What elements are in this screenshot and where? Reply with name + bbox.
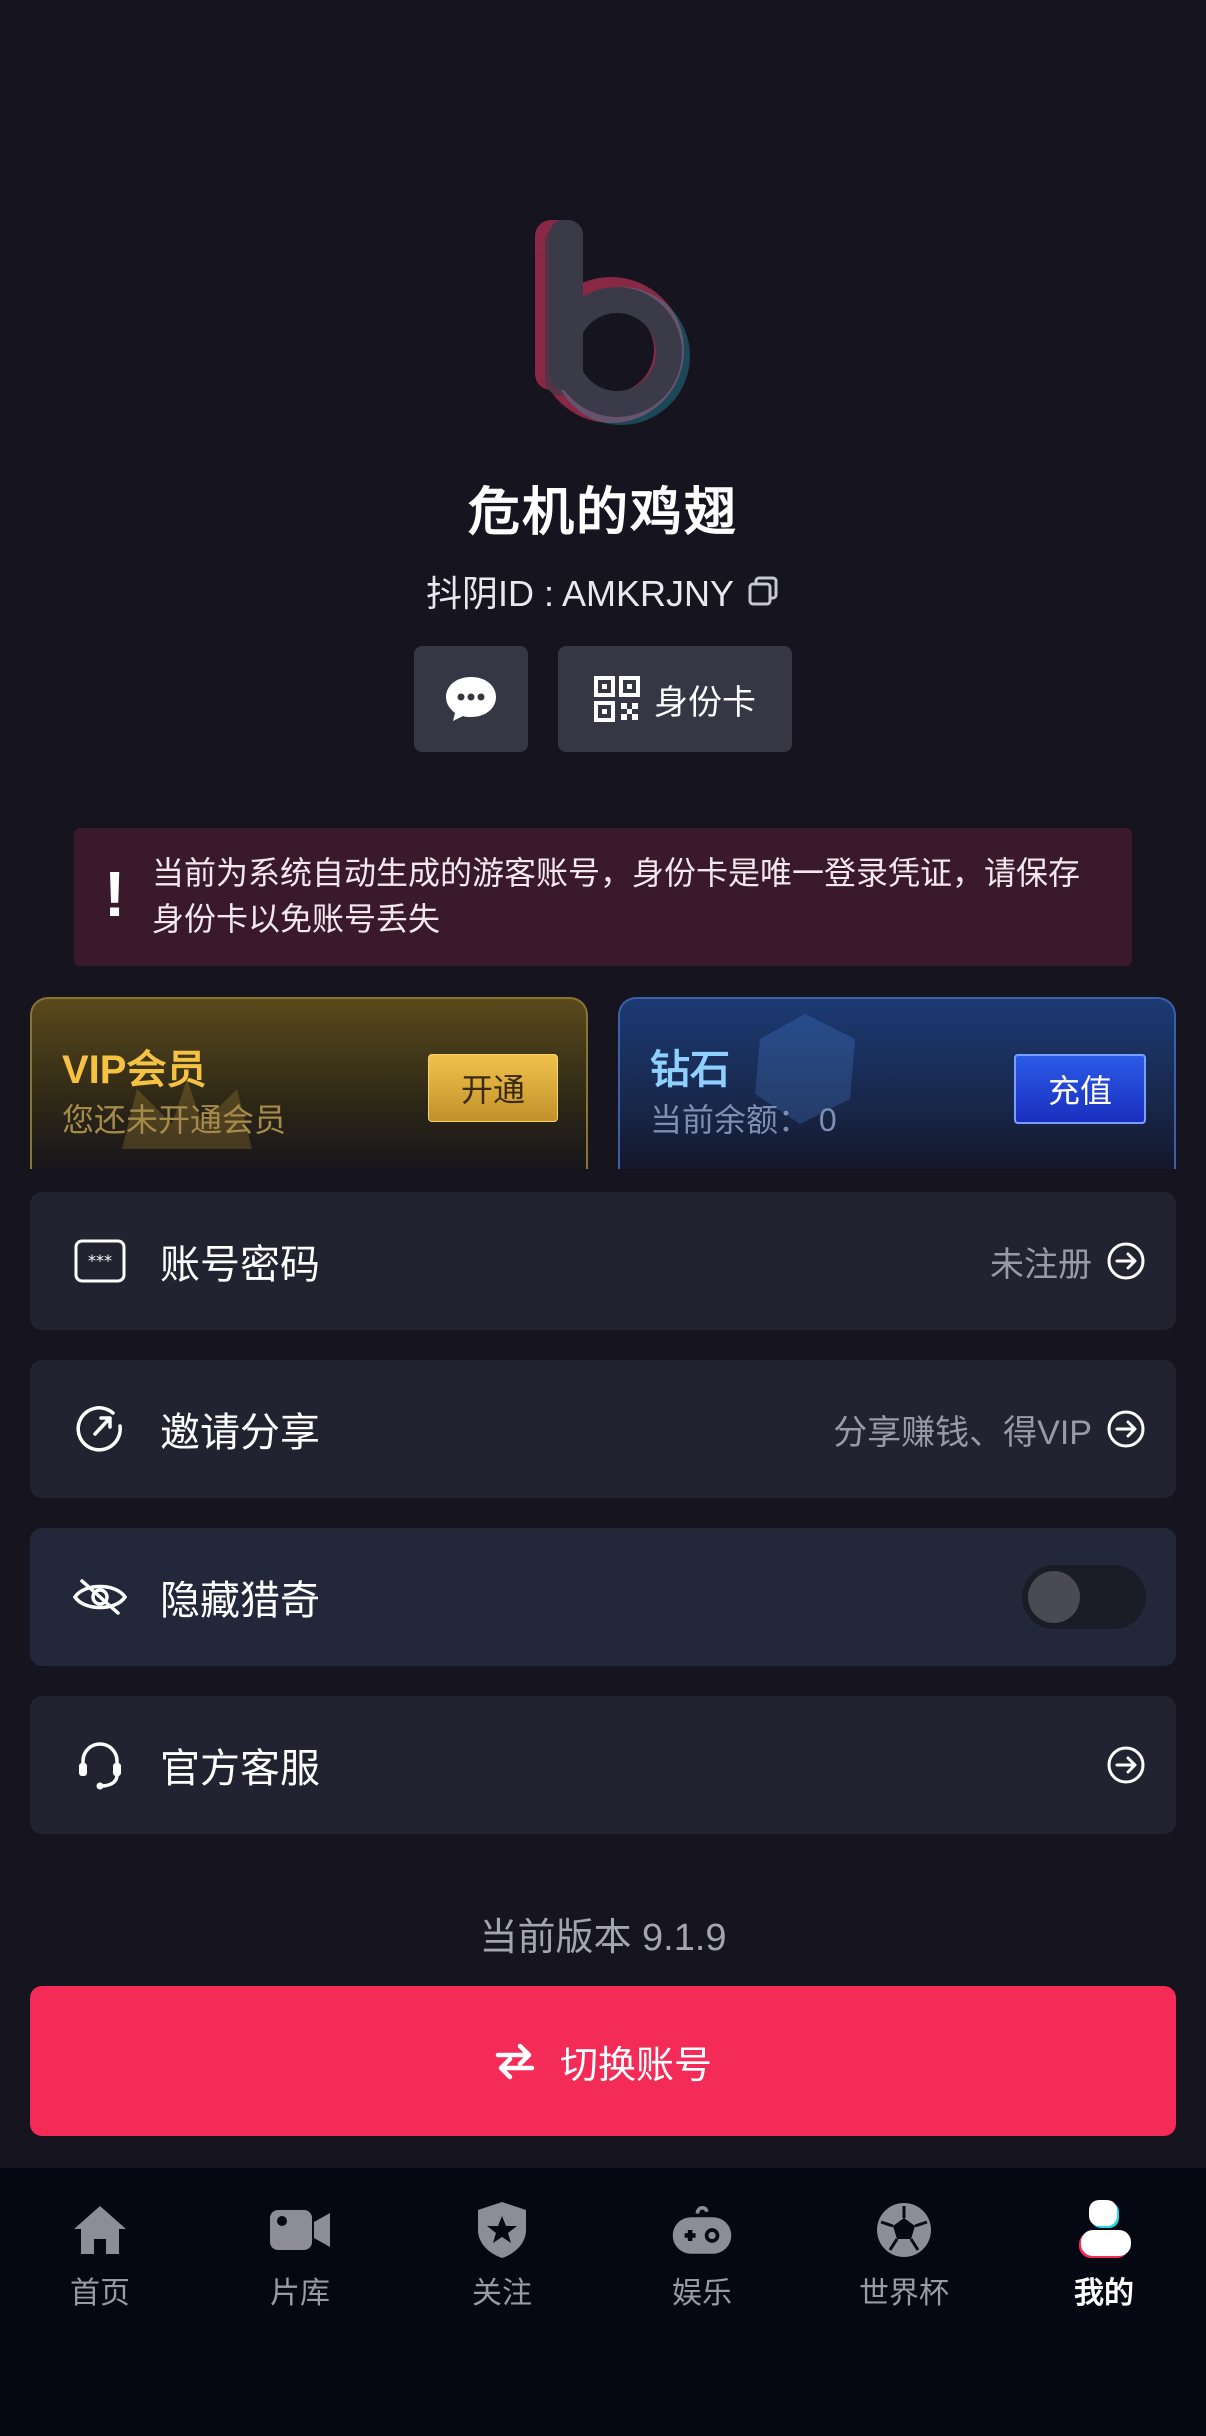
- menu-row-hide-curiosity: 隐藏猎奇: [30, 1528, 1176, 1666]
- idcard-button[interactable]: 身份卡: [558, 646, 792, 752]
- menu-row-customer-service[interactable]: 官方客服: [30, 1696, 1176, 1834]
- diamond-title: 钻石: [650, 1048, 730, 1092]
- tab-label: 首页: [70, 2277, 130, 2310]
- switch-account-button[interactable]: 切换账号: [30, 1986, 1176, 2136]
- video-camera-icon: [268, 2198, 332, 2262]
- vip-open-button[interactable]: 开通: [428, 1054, 558, 1122]
- headset-icon: [70, 1735, 130, 1795]
- hide-toggle[interactable]: [1022, 1565, 1146, 1629]
- username: 危机的鸡翅: [467, 484, 738, 542]
- gamepad-icon: [670, 2198, 734, 2262]
- soccer-ball-icon: [872, 2198, 936, 2262]
- recharge-button[interactable]: 充值: [1014, 1054, 1146, 1124]
- home-icon: [68, 2198, 132, 2262]
- profile-icon: [1072, 2198, 1136, 2262]
- tab-library[interactable]: 片库: [220, 2198, 380, 2312]
- tab-label: 娱乐: [672, 2277, 732, 2310]
- app-version: 当前版本 9.1.9: [479, 1917, 727, 1959]
- user-id: 抖阴ID : AMKRJNY: [425, 573, 735, 614]
- switch-account-label: 切换账号: [559, 2044, 712, 2087]
- notice-text: 当前为系统自动生成的游客账号，身份卡是唯一登录凭证，请保存身份卡以免账号丢失: [152, 855, 1081, 937]
- tab-label: 关注: [472, 2277, 532, 2310]
- vip-card[interactable]: VIP会员 您还未开通会员 开通: [30, 997, 588, 1169]
- message-button[interactable]: [414, 646, 528, 752]
- tab-world-cup[interactable]: 世界杯: [824, 2198, 984, 2312]
- tab-home[interactable]: 首页: [20, 2198, 180, 2312]
- vip-title: VIP会员: [62, 1048, 207, 1092]
- menu-label: 隐藏猎奇: [160, 1579, 320, 1623]
- chat-bubble-icon: [446, 677, 496, 721]
- eye-hidden-icon: [70, 1567, 130, 1627]
- vip-subtitle: 您还未开通会员: [62, 1102, 287, 1138]
- menu-row-invite-share[interactable]: 邀请分享 分享赚钱、得VIP: [30, 1360, 1176, 1498]
- arrow-circle-right-icon: [1107, 1410, 1145, 1448]
- menu-status: 分享赚钱、得VIP: [833, 1413, 1092, 1452]
- tab-label: 世界杯: [859, 2277, 949, 2310]
- bottom-tab-bar: 首页 片库 关注 娱乐 世界杯 我的: [0, 2168, 1206, 2436]
- menu-status: 未注册: [990, 1245, 1092, 1284]
- arrow-circle-right-icon: [1107, 1746, 1145, 1784]
- tab-label: 片库: [270, 2277, 330, 2310]
- tab-label: 我的: [1074, 2277, 1134, 2310]
- toggle-knob: [1028, 1571, 1080, 1623]
- menu-row-account-password[interactable]: *** 账号密码 未注册: [30, 1192, 1176, 1330]
- diamond-card[interactable]: 钻石 当前余额： 0 充值: [618, 997, 1176, 1169]
- idcard-label: 身份卡: [654, 683, 756, 722]
- diamond-balance: 当前余额： 0: [650, 1102, 837, 1138]
- guest-notice: ! 当前为系统自动生成的游客账号，身份卡是唯一登录凭证，请保存身份卡以免账号丢失: [74, 828, 1132, 966]
- svg-text:***: ***: [88, 1251, 112, 1270]
- tab-entertainment[interactable]: 娱乐: [622, 2198, 782, 2312]
- tab-follow[interactable]: 关注: [422, 2198, 582, 2312]
- share-icon: [70, 1399, 130, 1459]
- copy-icon[interactable]: [746, 574, 780, 608]
- warning-icon: !: [104, 858, 126, 930]
- menu-label: 账号密码: [160, 1243, 320, 1287]
- star-shield-icon: [470, 2198, 534, 2262]
- tab-mine[interactable]: 我的: [1024, 2198, 1184, 2312]
- user-id-row: 抖阴ID : AMKRJNY: [0, 565, 1206, 617]
- avatar[interactable]: [513, 200, 693, 440]
- arrow-circle-right-icon: [1107, 1242, 1145, 1280]
- menu-label: 邀请分享: [160, 1411, 320, 1455]
- password-icon: ***: [70, 1231, 130, 1291]
- menu-label: 官方客服: [160, 1747, 320, 1791]
- swap-icon: [495, 2043, 535, 2080]
- qr-code-icon: [594, 676, 640, 722]
